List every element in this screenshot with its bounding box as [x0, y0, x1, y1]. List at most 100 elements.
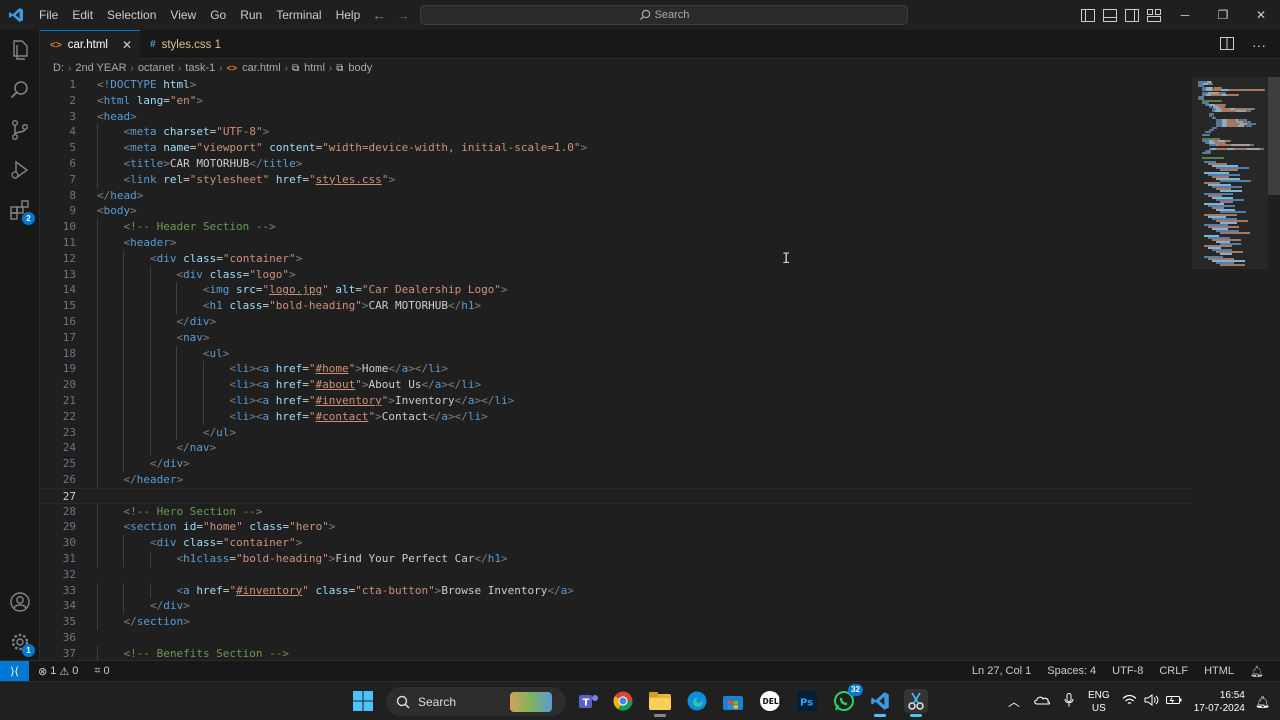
code-line[interactable]: 29 <section id="home" class="hero">: [40, 519, 1192, 535]
code-line[interactable]: 13 <div class="logo">: [40, 267, 1192, 283]
breadcrumb-item[interactable]: 2nd YEAR: [75, 62, 126, 74]
input-language[interactable]: ENG US: [1088, 689, 1110, 715]
code-line[interactable]: 31 <h1class="bold-heading">Find Your Perf…: [40, 551, 1192, 567]
teams-icon[interactable]: T: [577, 689, 601, 713]
breadcrumb-item[interactable]: octanet: [138, 62, 174, 74]
indentation[interactable]: Spaces: 4: [1039, 665, 1104, 677]
code-line[interactable]: 32: [40, 567, 1192, 583]
explorer-icon[interactable]: [8, 38, 32, 62]
microsoft-store-icon[interactable]: [721, 689, 745, 713]
code-line[interactable]: 19 <li><a href="#home">Home</a></li>: [40, 361, 1192, 377]
code-line[interactable]: 18 <ul>: [40, 346, 1192, 362]
microphone-icon[interactable]: [1064, 693, 1074, 710]
end-of-line[interactable]: CRLF: [1151, 665, 1196, 677]
snipping-tool-icon[interactable]: [904, 689, 928, 717]
restore-icon[interactable]: ❐: [1204, 0, 1242, 30]
edge-icon[interactable]: [685, 689, 709, 713]
tab-car-html[interactable]: <> car.html ✕: [40, 30, 140, 59]
code-line[interactable]: 5 <meta name="viewport" content="width=de…: [40, 140, 1192, 156]
code-line[interactable]: 34 </div>: [40, 598, 1192, 614]
code-line[interactable]: 12 <div class="container">: [40, 251, 1192, 267]
code-line[interactable]: 27: [40, 487, 1192, 504]
code-line[interactable]: 25 </div>: [40, 456, 1192, 472]
file-explorer-icon[interactable]: [648, 689, 672, 717]
menu-edit[interactable]: Edit: [65, 0, 100, 30]
onedrive-icon[interactable]: [1034, 695, 1051, 708]
command-center-search[interactable]: Search: [420, 5, 908, 25]
scrollbar-thumb[interactable]: [1268, 77, 1280, 195]
code-line[interactable]: 7 <link rel="stylesheet" href="styles.css…: [40, 172, 1192, 188]
breadcrumb-item[interactable]: html: [304, 62, 325, 74]
code-line[interactable]: 2 <html lang="en">: [40, 93, 1192, 109]
vscode-taskbar-icon[interactable]: [868, 689, 892, 717]
code-line[interactable]: 3 <head>: [40, 109, 1192, 125]
customize-layout-icon[interactable]: [1146, 7, 1162, 23]
volume-icon[interactable]: [1144, 694, 1159, 709]
toggle-secondary-sidebar-icon[interactable]: [1124, 7, 1140, 23]
taskbar-search[interactable]: Search: [386, 687, 566, 716]
more-actions-icon[interactable]: ···: [1252, 37, 1266, 53]
notification-bell-icon[interactable]: 🔔︎: [1255, 695, 1270, 709]
photoshop-icon[interactable]: Ps: [795, 689, 819, 713]
code-line[interactable]: 10 <!-- Header Section -->: [40, 219, 1192, 235]
menu-view[interactable]: View: [163, 0, 203, 30]
toggle-panel-icon[interactable]: [1102, 7, 1118, 23]
breadcrumb-item[interactable]: body: [348, 62, 372, 74]
close-tab-icon[interactable]: ✕: [122, 38, 132, 52]
minimap[interactable]: [1192, 77, 1268, 660]
windows-start-icon[interactable]: [351, 689, 375, 713]
code-line[interactable]: 15 <h1 class="bold-heading">CAR MOTORHUB<…: [40, 298, 1192, 314]
cursor-position[interactable]: Ln 27, Col 1: [964, 665, 1039, 677]
ports-indicator[interactable]: ⌗ 0: [89, 665, 114, 678]
close-window-icon[interactable]: ✕: [1242, 0, 1280, 30]
extensions-icon[interactable]: 2: [8, 198, 35, 225]
code-line[interactable]: 14 <img src="logo.jpg" alt="Car Dealershi…: [40, 282, 1192, 298]
code-line[interactable]: 37 <!-- Benefits Section -->: [40, 646, 1192, 660]
go-forward-icon[interactable]: →: [396, 7, 410, 23]
code-line[interactable]: 35 </section>: [40, 614, 1192, 630]
search-icon[interactable]: [8, 78, 32, 102]
battery-icon[interactable]: [1165, 695, 1182, 708]
menu-go[interactable]: Go: [203, 0, 233, 30]
breadcrumb-item[interactable]: task-1: [185, 62, 215, 74]
tab-styles-css[interactable]: # styles.css 1: [140, 30, 260, 59]
code-line[interactable]: 28 <!-- Hero Section -->: [40, 504, 1192, 520]
encoding[interactable]: UTF-8: [1104, 665, 1151, 677]
menu-run[interactable]: Run: [233, 0, 269, 30]
code-line[interactable]: 26 </header>: [40, 472, 1192, 488]
show-hidden-icons-icon[interactable]: ︿: [1008, 693, 1020, 710]
code-line[interactable]: 22 <li><a href="#contact">Contact</a></li…: [40, 409, 1192, 425]
vertical-scrollbar[interactable]: [1268, 77, 1280, 660]
code-line[interactable]: 24 </nav>: [40, 440, 1192, 456]
dell-icon[interactable]: DELL: [758, 689, 782, 713]
code-line[interactable]: 30 <div class="container">: [40, 535, 1192, 551]
accounts-icon[interactable]: [8, 590, 32, 614]
breadcrumb-item[interactable]: D:: [53, 62, 64, 74]
breadcrumb-item[interactable]: car.html: [242, 62, 281, 74]
code-line[interactable]: 33 <a href="#inventory" class="cta-button…: [40, 583, 1192, 599]
clock[interactable]: 16:54 17-07-2024: [1194, 689, 1245, 715]
menu-terminal[interactable]: Terminal: [269, 0, 328, 30]
code-line[interactable]: 6 <title>CAR MOTORHUB</title>: [40, 156, 1192, 172]
code-line[interactable]: 16 </div>: [40, 314, 1192, 330]
wifi-icon[interactable]: [1122, 694, 1137, 709]
problems-indicator[interactable]: ⊗ 1 ⚠ 0: [33, 665, 83, 678]
code-editor[interactable]: I 1 <!DOCTYPE html> 2 <html lang="en"> 3 <hea…: [40, 77, 1192, 660]
remote-indicator-icon[interactable]: ⟩⟨: [0, 661, 29, 681]
code-line[interactable]: 11 <header>: [40, 235, 1192, 251]
notifications-bell-icon[interactable]: 🔔︎: [1242, 665, 1272, 678]
code-line[interactable]: 9 <body>: [40, 203, 1192, 219]
toggle-primary-sidebar-icon[interactable]: [1080, 7, 1096, 23]
code-line[interactable]: 36: [40, 630, 1192, 646]
manage-gear-icon[interactable]: 1: [8, 630, 35, 657]
minimize-icon[interactable]: ─: [1166, 0, 1204, 30]
code-line[interactable]: 21 <li><a href="#inventory">Inventory</a>…: [40, 393, 1192, 409]
menu-selection[interactable]: Selection: [100, 0, 163, 30]
menu-file[interactable]: File: [32, 0, 65, 30]
whatsapp-icon[interactable]: 32: [832, 684, 863, 713]
code-line[interactable]: 8 </head>: [40, 188, 1192, 204]
code-line[interactable]: 1 <!DOCTYPE html>: [40, 77, 1192, 93]
go-back-icon[interactable]: ←: [372, 7, 386, 23]
run-and-debug-icon[interactable]: [8, 158, 32, 182]
chrome-icon[interactable]: [611, 689, 635, 713]
